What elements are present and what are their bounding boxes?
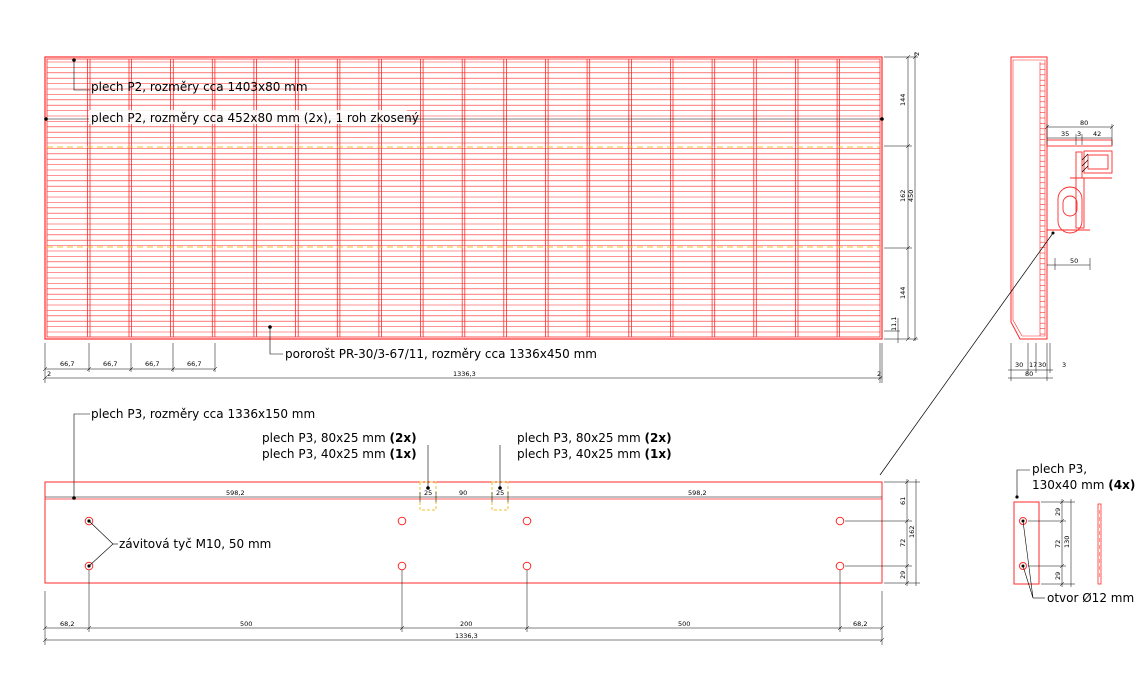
- dim-p3-right-162: 162: [908, 526, 916, 538]
- hole-3-top: [522, 516, 532, 526]
- label-p3-small-left-1: plech P3, 80x25 mm (2x): [262, 431, 417, 445]
- hole-4-bottom: [835, 561, 845, 571]
- dim-grating-top-small: 2: [913, 52, 921, 56]
- grating-inner-outline: [46, 58, 881, 338]
- dim-grating-bay-3: 66,7: [145, 360, 159, 368]
- dim-p3-bottom-2: 500: [240, 620, 252, 628]
- dim-section-17: 17: [1029, 361, 1037, 369]
- dim-p3-top-4: 25: [496, 489, 504, 497]
- dim-grating-bay-4: 66,7: [187, 360, 201, 368]
- label-small-plate-2: 130x40 mm (4x): [1032, 478, 1135, 492]
- small-plate-view: plech P3, 130x40 mm (4x) otvor Ø12 mm 29…: [1013, 462, 1135, 605]
- dim-section-3b: 3: [1062, 361, 1066, 369]
- section-dim-side: [1047, 258, 1091, 270]
- section-profile-hatch: [1081, 153, 1089, 173]
- hole-3-bottom: [522, 561, 532, 571]
- section-leader-dot: [1051, 231, 1055, 235]
- section-leader: [879, 232, 1054, 476]
- dim-small-29-top: 29: [1054, 508, 1062, 516]
- small-plate-edge-view: [1097, 503, 1102, 585]
- label-p2-short: plech P2, rozměry cca 452x80 mm (2x), 1 …: [91, 111, 419, 125]
- grating-plan-view: plech P2, rozměry cca 1403x80 mm plech P…: [42, 52, 921, 383]
- dim-p3-bottom-3: 200: [460, 620, 472, 628]
- dim-section-35: 35: [1061, 130, 1069, 138]
- label-grating: pororošt PR-30/3-67/11, rozměry cca 1336…: [285, 347, 597, 361]
- hole-2-top: [397, 516, 407, 526]
- dim-p3-top-1: 598,2: [226, 489, 245, 497]
- label-threaded-rod: závitová tyč M10, 50 mm: [119, 537, 271, 551]
- dim-small-29-bottom: 29: [1054, 572, 1062, 580]
- dim-p3-bottom-1: 68,2: [60, 620, 74, 628]
- dim-section-30b: 30: [1038, 361, 1046, 369]
- dim-p3-bottom-5: 68,2: [853, 620, 867, 628]
- dim-p3-bottom-4: 500: [678, 620, 690, 628]
- leader-p3-long: [73, 413, 90, 498]
- dim-grating-h-2: 162: [899, 190, 907, 202]
- dim-grating-bay-2: 66,7: [103, 360, 117, 368]
- dim-section-80-bottom: 80: [1025, 370, 1033, 378]
- dim-section-3: 3: [1077, 130, 1081, 138]
- label-small-plate-1: plech P3,: [1032, 462, 1087, 476]
- dim-grating-bay-1: 66,7: [60, 360, 74, 368]
- label-p2-long: plech P2, rozměry cca 1403x80 mm: [91, 80, 308, 94]
- dim-section-80-top: 80: [1080, 119, 1088, 127]
- leader-small-hole: [1022, 520, 1034, 599]
- label-p3-small-left-2: plech P3, 40x25 mm (1x): [262, 447, 417, 461]
- leader-grating: [269, 327, 283, 355]
- leader-rod: [88, 520, 114, 567]
- grating-bearing-bars: [47, 61, 880, 333]
- leader-small-plate: [1016, 469, 1030, 497]
- dim-p3-total: 1336,3: [455, 632, 478, 640]
- dim-p3-right-29: 29: [899, 571, 907, 579]
- dim-grating-h-1: 144: [899, 94, 907, 106]
- label-p3-small-right-2: plech P3, 40x25 mm (1x): [517, 447, 672, 461]
- dim-p3-top-5: 598,2: [688, 489, 707, 497]
- dim-small-130: 130: [1063, 536, 1071, 548]
- dim-grating-bottom-small: 11,1: [890, 317, 898, 331]
- label-small-hole: otvor Ø12 mm: [1047, 591, 1134, 605]
- dim-section-50: 50: [1070, 257, 1078, 265]
- label-p3-long: plech P3, rozměry cca 1336x150 mm: [91, 407, 315, 421]
- dim-grating-total: 1336,3: [453, 370, 476, 378]
- section-plate-outline: [1010, 56, 1048, 340]
- hole-2-bottom: [397, 561, 407, 571]
- dim-section-42: 42: [1093, 130, 1101, 138]
- small-plate-outline: [1013, 501, 1040, 585]
- dim-grating-left-small: 2: [47, 370, 51, 378]
- label-p3-small-right-1: plech P3, 80x25 mm (2x): [517, 431, 672, 445]
- technical-drawing: plech P2, rozměry cca 1403x80 mm plech P…: [42, 52, 1135, 645]
- section-bar-ticks: [1040, 63, 1045, 335]
- dim-p3-top-2: 25: [424, 489, 432, 497]
- dim-section-30a: 30: [1015, 361, 1023, 369]
- dim-p3-right-61: 61: [899, 497, 907, 505]
- section-profile: [1046, 139, 1113, 234]
- dim-small-72: 72: [1054, 540, 1062, 548]
- p3-plate-view: plech P3, rozměry cca 1336x150 mm závito…: [42, 407, 920, 645]
- dim-grating-h-3: 144: [899, 287, 907, 299]
- grating-cross-bars: [87, 59, 840, 337]
- dim-p3-right-72: 72: [899, 539, 907, 547]
- dim-grating-right-small: 2: [877, 370, 881, 378]
- hole-4-top: [835, 516, 845, 526]
- dim-p3-top-3: 90: [459, 489, 467, 497]
- dim-grating-h-total: 450: [907, 190, 915, 202]
